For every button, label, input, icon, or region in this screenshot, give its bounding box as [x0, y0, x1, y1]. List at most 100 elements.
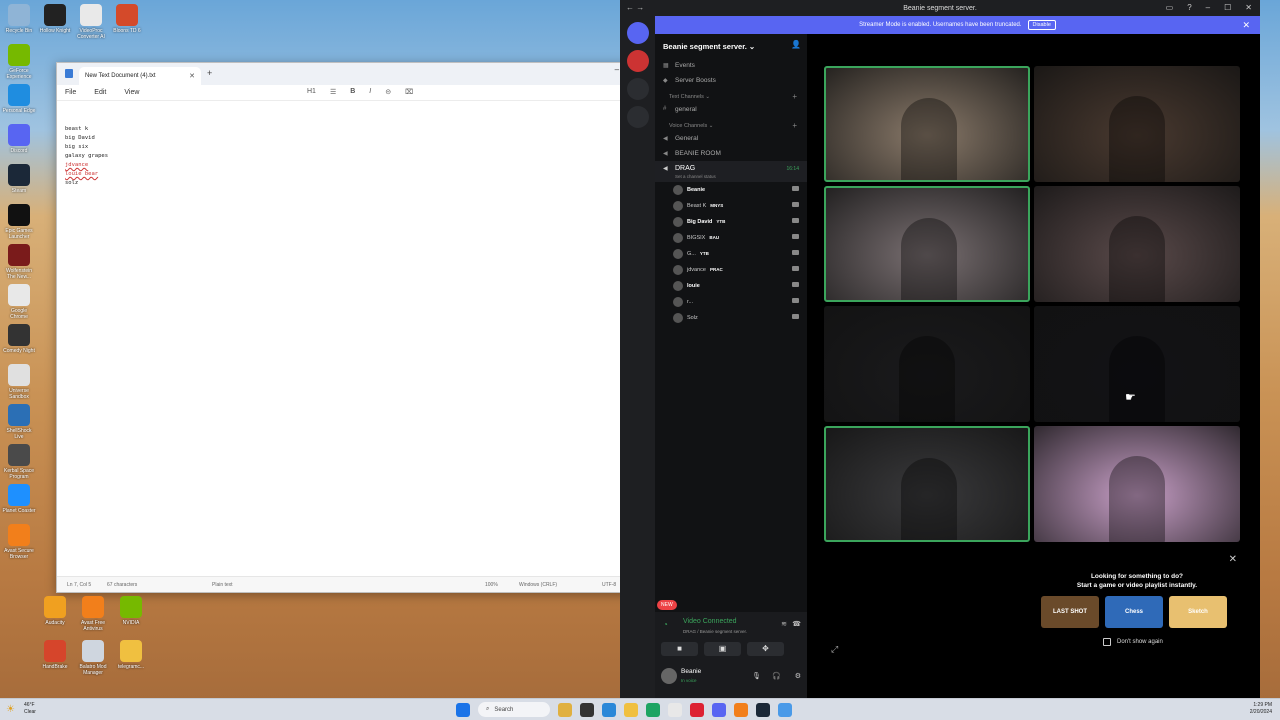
- checkbox[interactable]: [1103, 638, 1111, 646]
- taskbar-app-icon[interactable]: [734, 702, 748, 717]
- disable-button[interactable]: Disable: [1027, 20, 1056, 30]
- server-icon[interactable]: [626, 78, 649, 100]
- video-tile[interactable]: [1034, 66, 1240, 182]
- help-icon[interactable]: ?: [1187, 3, 1191, 12]
- desktop-shortcut[interactable]: Google Chrome: [2, 284, 36, 320]
- taskbar-app-icon[interactable]: [668, 702, 682, 717]
- list-button[interactable]: ☰: [330, 88, 336, 96]
- voice-member[interactable]: Beanie: [655, 182, 807, 198]
- minimize-icon[interactable]: –: [615, 65, 619, 74]
- start-icon[interactable]: [456, 702, 470, 717]
- headphones-icon[interactable]: 🎧: [772, 672, 781, 680]
- channel-general-voice[interactable]: ◀ General: [655, 131, 807, 146]
- video-tile[interactable]: [824, 66, 1030, 182]
- search-box[interactable]: ⌕ Search: [478, 702, 550, 717]
- taskbar-app-icon[interactable]: [778, 702, 792, 717]
- desktop-shortcut[interactable]: Planet Coaster: [2, 484, 36, 514]
- desktop-shortcut[interactable]: Universe Sandbox: [2, 364, 36, 400]
- desktop-shortcut[interactable]: Avast Free Antivirus: [76, 596, 110, 632]
- menu-edit[interactable]: Edit: [94, 89, 106, 96]
- home-icon[interactable]: [626, 22, 649, 44]
- game-activity-card[interactable]: Sketch: [1169, 596, 1227, 628]
- maximize-icon[interactable]: ☐: [1224, 3, 1231, 12]
- channel-status[interactable]: Set a channel status: [675, 172, 807, 182]
- desktop-shortcut[interactable]: HandBrake: [38, 640, 72, 670]
- desktop-shortcut[interactable]: Recycle Bin: [2, 4, 36, 34]
- taskbar-app-icon[interactable]: [580, 702, 594, 717]
- taskbar-app-icon[interactable]: [646, 702, 660, 717]
- link-button[interactable]: ⊝: [385, 88, 391, 96]
- category-text[interactable]: Text Channels ⌄ +: [655, 88, 807, 102]
- menu-view[interactable]: View: [124, 89, 139, 96]
- italic-button[interactable]: I: [369, 88, 371, 96]
- channel-boosts[interactable]: ◆ Server Boosts: [655, 73, 807, 88]
- camera-button[interactable]: ■: [661, 642, 698, 656]
- voice-member[interactable]: G... YTB: [655, 246, 807, 262]
- add-channel-icon[interactable]: +: [792, 121, 797, 130]
- activity-button[interactable]: ✥: [747, 642, 784, 656]
- disconnect-icon[interactable]: ☎: [792, 620, 801, 628]
- notepad-tab[interactable]: New Text Document (4).txt ✕: [79, 67, 201, 85]
- mic-icon[interactable]: 🎙: [752, 672, 761, 680]
- desktop-shortcut[interactable]: Balatro Mod Manager: [76, 640, 110, 676]
- dont-show-again[interactable]: Don't show again: [1103, 638, 1163, 646]
- taskbar-app-icon[interactable]: [602, 702, 616, 717]
- desktop-shortcut[interactable]: Comedy Night: [2, 324, 36, 354]
- video-tile[interactable]: [1034, 426, 1240, 542]
- taskbar-app-icon[interactable]: [690, 702, 704, 717]
- noise-icon[interactable]: ≋: [781, 620, 787, 628]
- voice-member[interactable]: louie: [655, 278, 807, 294]
- desktop-shortcut[interactable]: ShellShock Live: [2, 404, 36, 440]
- desktop-shortcut[interactable]: Avast Secure Browser: [2, 524, 36, 560]
- heading-button[interactable]: H1: [307, 88, 316, 96]
- popout-icon[interactable]: ⤢: [831, 644, 838, 655]
- voice-member[interactable]: Big David YTB: [655, 214, 807, 230]
- desktop-shortcut[interactable]: Kerbal Space Program: [2, 444, 36, 480]
- server-name-header[interactable]: Beanie segment server. ⌄ 👤: [655, 34, 807, 58]
- weather-icon[interactable]: ☀: [6, 704, 15, 715]
- weather-widget[interactable]: 46°F Clear: [24, 702, 36, 716]
- server-icon[interactable]: [626, 50, 649, 72]
- desktop-shortcut[interactable]: GeForce Experience: [2, 44, 36, 80]
- channel-beanie-room[interactable]: ◀ BEANIE ROOM: [655, 146, 807, 161]
- taskbar-app-icon[interactable]: [756, 702, 770, 717]
- nav-arrows-icon[interactable]: ← →: [626, 3, 644, 12]
- system-clock[interactable]: 1:29 PM 2/20/2024: [1250, 702, 1272, 716]
- video-tile[interactable]: [1034, 306, 1240, 422]
- taskbar-app-icon[interactable]: [624, 702, 638, 717]
- discord-titlebar[interactable]: ← → Beanie segment server. ▭ ? – ☐ ✕: [620, 0, 1260, 16]
- close-banner-icon[interactable]: ✕: [1242, 20, 1250, 31]
- minimize-icon[interactable]: –: [1206, 3, 1210, 12]
- desktop-shortcut[interactable]: Audacity: [38, 596, 72, 626]
- add-channel-icon[interactable]: +: [792, 92, 797, 101]
- discord-window[interactable]: ← → Beanie segment server. ▭ ? – ☐ ✕ Str…: [620, 0, 1260, 698]
- voice-member[interactable]: BIGSIX BAU: [655, 230, 807, 246]
- new-tab-button[interactable]: +: [207, 68, 212, 78]
- voice-member[interactable]: Beast K MNYS: [655, 198, 807, 214]
- notepad-titlebar[interactable]: New Text Document (4).txt ✕ + – ☐ ✕: [57, 63, 667, 85]
- taskbar-app-icon[interactable]: [558, 702, 572, 717]
- notepad-text-area[interactable]: beast k big David big six galaxy grapes …: [65, 125, 108, 188]
- desktop-shortcut[interactable]: VideoProc Converter AI: [74, 4, 108, 40]
- video-tile[interactable]: [824, 426, 1030, 542]
- channel-events[interactable]: ▦ Events: [655, 58, 807, 73]
- status-zoom[interactable]: 100%: [485, 582, 498, 588]
- game-activity-card[interactable]: LAST SHOT: [1041, 596, 1099, 628]
- voice-member[interactable]: r...: [655, 294, 807, 310]
- desktop-shortcut[interactable]: Bloons TD 6: [110, 4, 144, 34]
- video-tile[interactable]: [1034, 186, 1240, 302]
- active-voice-channel[interactable]: ◀ DRAG 16:14 Set a channel status: [655, 161, 807, 182]
- desktop-shortcut[interactable]: Steam: [2, 164, 36, 194]
- settings-icon[interactable]: ⚙: [795, 672, 801, 680]
- desktop-shortcut[interactable]: Epic Games Launcher: [2, 204, 36, 240]
- game-activity-card[interactable]: Chess: [1105, 596, 1163, 628]
- video-tile[interactable]: [824, 306, 1030, 422]
- inbox-icon[interactable]: ▭: [1166, 3, 1174, 12]
- invite-icon[interactable]: 👤: [791, 40, 801, 49]
- close-tab-icon[interactable]: ✕: [189, 72, 195, 80]
- server-icon[interactable]: [626, 106, 649, 128]
- desktop-shortcut[interactable]: NVIDIA: [114, 596, 148, 626]
- voice-member[interactable]: jdvance PRAC: [655, 262, 807, 278]
- close-icon[interactable]: ✕: [1229, 554, 1237, 565]
- close-icon[interactable]: ✕: [1245, 3, 1252, 12]
